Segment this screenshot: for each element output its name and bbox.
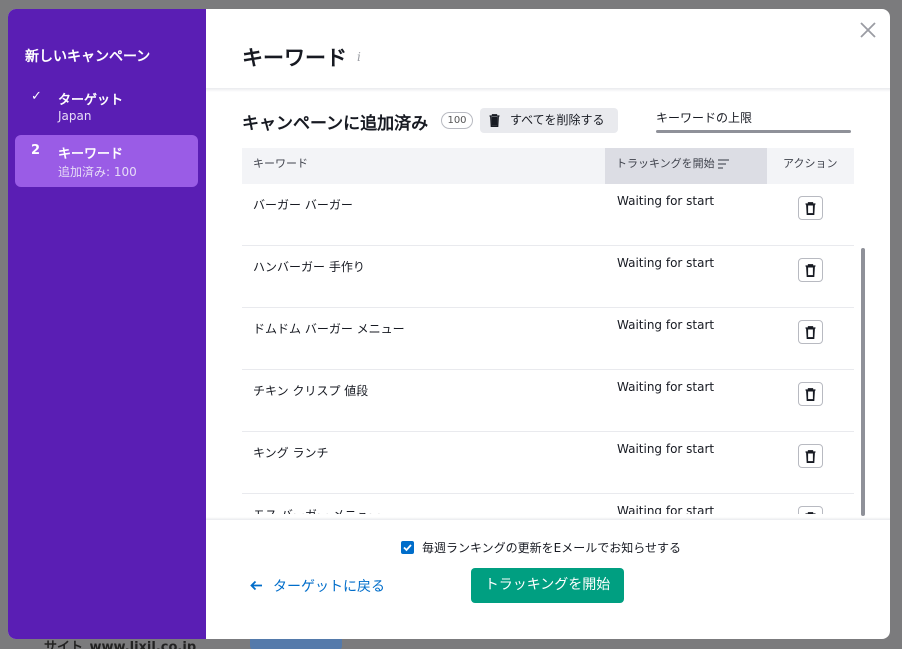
email-updates-label[interactable]: 毎週ランキングの更新をEメールでお知らせする bbox=[422, 539, 681, 556]
table-row: チキン クリスプ 値段 Waiting for start bbox=[242, 370, 854, 432]
keyword-cell: ハンバーガー 手作り bbox=[253, 260, 365, 274]
delete-keyword-button[interactable] bbox=[798, 196, 823, 220]
close-icon bbox=[860, 22, 876, 38]
trash-icon bbox=[805, 512, 816, 514]
close-button[interactable] bbox=[857, 20, 879, 42]
delete-all-button[interactable]: すべてを削除する bbox=[480, 108, 618, 133]
email-updates-checkbox[interactable] bbox=[401, 541, 414, 554]
status-cell: Waiting for start bbox=[617, 318, 715, 332]
trash-icon bbox=[489, 114, 500, 127]
arrow-left-icon bbox=[250, 579, 263, 595]
delete-keyword-button[interactable] bbox=[798, 258, 823, 282]
section-title: キャンペーンに追加済み bbox=[242, 114, 429, 134]
checkmark-icon bbox=[403, 544, 412, 552]
status-cell: Waiting for start bbox=[617, 194, 715, 208]
page-title: キーワード bbox=[242, 46, 347, 70]
keyword-limit-bar bbox=[656, 130, 851, 133]
step-name: キーワード bbox=[58, 147, 124, 162]
sort-icon[interactable] bbox=[718, 159, 730, 169]
keyword-table: バーガー バーガー Waiting for start ハンバーガー 手作り W… bbox=[242, 184, 854, 514]
back-to-target-link[interactable]: ターゲットに戻る bbox=[250, 576, 385, 596]
delete-keyword-button[interactable] bbox=[798, 320, 823, 344]
status-cell: Waiting for start bbox=[617, 380, 715, 394]
column-tracking[interactable]: トラッキングを開始 bbox=[605, 148, 767, 184]
count-badge: 100 bbox=[441, 112, 473, 129]
check-icon: ✓ bbox=[31, 89, 42, 104]
keyword-cell: モス バーガー メニュー bbox=[253, 506, 381, 514]
delete-keyword-button[interactable] bbox=[798, 506, 823, 514]
trash-icon bbox=[805, 202, 816, 215]
start-tracking-button[interactable]: トラッキングを開始 bbox=[471, 568, 624, 603]
status-cell: Waiting for start bbox=[617, 256, 715, 270]
keyword-cell: ドムドム バーガー メニュー bbox=[253, 322, 405, 336]
column-keyword: キーワード bbox=[253, 157, 308, 170]
trash-icon bbox=[805, 450, 816, 463]
column-tracking-label: トラッキングを開始 bbox=[616, 157, 715, 170]
sidebar-title: 新しいキャンペーン bbox=[25, 49, 151, 65]
back-to-target-label: ターゲットに戻る bbox=[273, 579, 385, 595]
keyword-cell: チキン クリスプ 値段 bbox=[253, 384, 369, 398]
trash-icon bbox=[805, 388, 816, 401]
step-name: ターゲット bbox=[58, 93, 124, 108]
table-row: バーガー バーガー Waiting for start bbox=[242, 184, 854, 246]
step-sub: Japan bbox=[58, 109, 92, 123]
delete-all-label: すべてを削除する bbox=[510, 113, 605, 127]
trash-icon bbox=[805, 326, 816, 339]
step-target[interactable]: ✓ ターゲット Japan bbox=[15, 81, 198, 133]
step-number: 2 bbox=[31, 143, 41, 158]
step-keywords[interactable]: 2 キーワード 追加済み: 100 bbox=[15, 135, 198, 187]
table-header: キーワード トラッキングを開始 アクション bbox=[242, 148, 854, 184]
step-sub: 追加済み: 100 bbox=[58, 165, 137, 179]
delete-keyword-button[interactable] bbox=[798, 382, 823, 406]
info-icon[interactable]: i bbox=[357, 50, 361, 64]
header-divider bbox=[206, 88, 890, 92]
keyword-cell: キング ランチ bbox=[253, 446, 329, 460]
status-cell: Waiting for start bbox=[617, 442, 715, 456]
column-action: アクション bbox=[783, 157, 838, 170]
keyword-limit-label: キーワードの上限 bbox=[656, 111, 753, 125]
table-scrollbar[interactable] bbox=[861, 248, 865, 516]
wizard-sidebar: 新しいキャンペーン ✓ ターゲット Japan 2 キーワード 追加済み: 10… bbox=[8, 9, 206, 639]
table-row: キング ランチ Waiting for start bbox=[242, 432, 854, 494]
keyword-cell: バーガー バーガー bbox=[253, 198, 353, 212]
table-row: ドムドム バーガー メニュー Waiting for start bbox=[242, 308, 854, 370]
footer-divider bbox=[206, 517, 890, 520]
table-row: ハンバーガー 手作り Waiting for start bbox=[242, 246, 854, 308]
table-row: モス バーガー メニュー Waiting for start bbox=[242, 494, 854, 514]
trash-icon bbox=[805, 264, 816, 277]
delete-keyword-button[interactable] bbox=[798, 444, 823, 468]
new-campaign-modal: 新しいキャンペーン ✓ ターゲット Japan 2 キーワード 追加済み: 10… bbox=[8, 9, 890, 639]
status-cell: Waiting for start bbox=[617, 504, 715, 514]
